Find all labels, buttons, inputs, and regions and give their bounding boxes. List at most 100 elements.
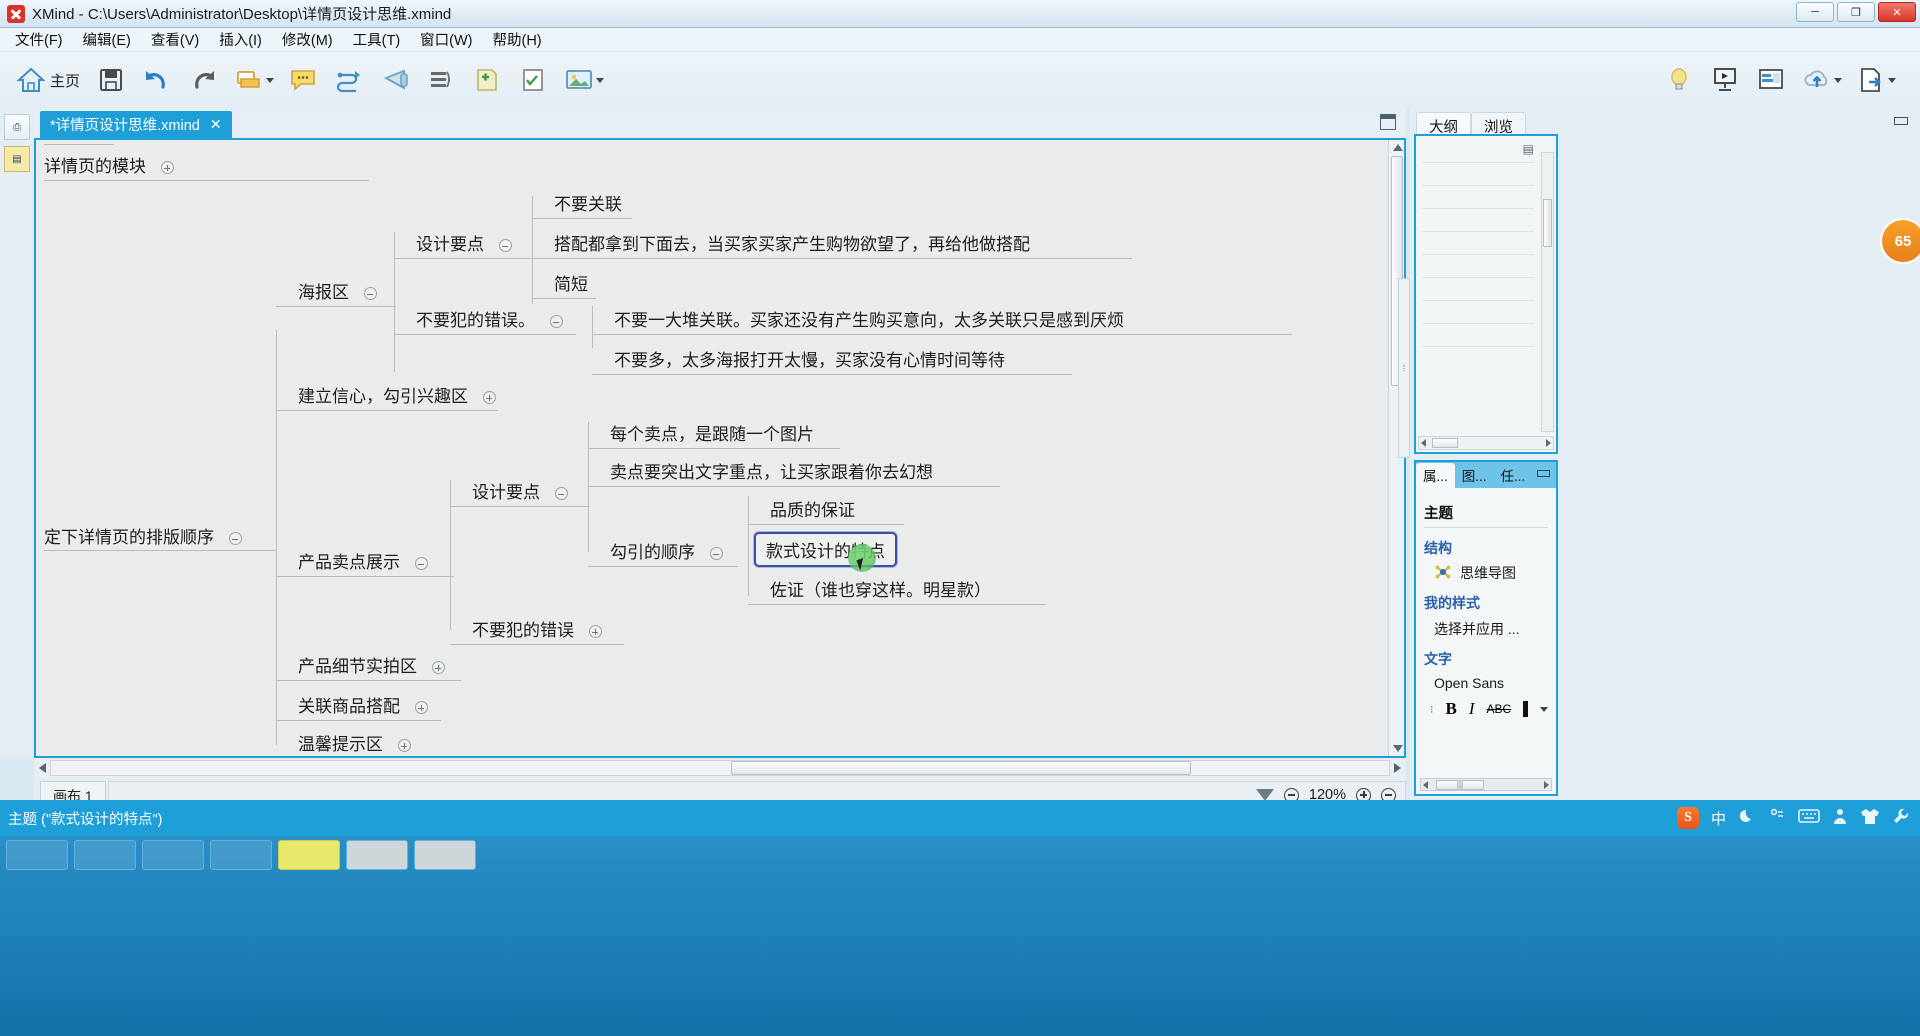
home-label[interactable]: 主页 — [50, 70, 80, 91]
temperature-icon[interactable] — [1768, 807, 1786, 830]
mindmap-node-related-goods[interactable]: 关联商品搭配 — [298, 692, 428, 717]
font-size-stepper-icon[interactable]: ⁝ — [1430, 703, 1434, 716]
panel-splitter-handle[interactable]: ⁞ — [1398, 278, 1410, 458]
marker-icon[interactable] — [464, 58, 510, 102]
structure-row[interactable]: 思维导图 — [1434, 563, 1548, 583]
mindmap-leaf-dp2-0[interactable]: 每个卖点，是跟随一个图片 — [610, 420, 814, 445]
expand-icon-detail[interactable] — [431, 661, 445, 675]
mindmap-leaf-m1-1[interactable]: 不要多，太多海报打开太慢，买家没有心情时间等待 — [614, 346, 1005, 371]
maximize-button[interactable]: ❐ — [1837, 2, 1875, 22]
sogou-ime-icon[interactable]: S — [1676, 807, 1699, 829]
mindmap-node-poster-area[interactable]: 海报区 — [298, 278, 377, 303]
outline-list-icon[interactable]: ▤ — [1523, 142, 1534, 156]
boundary-icon[interactable] — [372, 58, 418, 102]
collapse-icon-central[interactable] — [228, 532, 242, 546]
shirt-icon[interactable] — [1860, 807, 1880, 830]
minimize-button[interactable]: ─ — [1796, 2, 1834, 22]
text-color-swatch[interactable] — [1523, 701, 1528, 717]
expand-icon-root[interactable] — [160, 161, 174, 175]
menu-tools[interactable]: 工具(T) — [344, 27, 410, 52]
note-icon[interactable] — [280, 58, 326, 102]
tab-icons[interactable]: 图... — [1455, 463, 1494, 488]
strikethrough-button[interactable]: ABC — [1487, 702, 1512, 716]
scroll-up-arrow-icon[interactable] — [1393, 144, 1403, 151]
export-caret-down-icon[interactable] — [1888, 77, 1896, 83]
menu-edit[interactable]: 编辑(E) — [74, 27, 140, 52]
apply-style-button[interactable]: 选择并应用 ... — [1434, 619, 1548, 639]
collapse-icon-hook[interactable] — [709, 547, 723, 561]
menu-window[interactable]: 窗口(W) — [411, 27, 481, 52]
image-caret-down-icon[interactable] — [596, 77, 605, 83]
close-button[interactable]: ✕ — [1878, 2, 1916, 22]
taskbar-item-4[interactable] — [278, 840, 340, 870]
bold-button[interactable]: B — [1446, 699, 1457, 719]
mindmap-leaf-dp1-1[interactable]: 搭配都拿到下面去，当买家买家产生购物欲望了，再给他做搭配 — [554, 230, 1030, 255]
keyboard-icon[interactable] — [1798, 808, 1820, 829]
italic-button[interactable]: I — [1469, 699, 1475, 719]
menu-insert[interactable]: 插入(I) — [210, 27, 271, 52]
mindmap-leaf-dp1-0[interactable]: 不要关联 — [554, 190, 622, 215]
redo-icon[interactable] — [180, 58, 226, 102]
mindmap-leaf-m1-0[interactable]: 不要一大堆关联。买家还没有产生购买意向，太多关联只是感到厌烦 — [614, 306, 1124, 331]
save-icon[interactable] — [88, 58, 134, 102]
mindmap-central-topic[interactable]: 定下详情页的排版顺序 — [44, 523, 242, 548]
menu-view[interactable]: 查看(V) — [142, 27, 208, 52]
menu-file[interactable]: 文件(F) — [6, 27, 72, 52]
taskbar-item-5[interactable] — [346, 840, 408, 870]
presentation-icon[interactable] — [1702, 58, 1748, 102]
collapse-icon-poster[interactable] — [363, 287, 377, 301]
outline-scroll-left-icon[interactable] — [1421, 439, 1426, 447]
document-tab-close-icon[interactable]: ✕ — [210, 116, 222, 133]
mindmap-selected-node[interactable]: 款式设计的特点 — [754, 532, 897, 567]
scroll-left-arrow-icon[interactable] — [39, 763, 46, 773]
mindmap-leaf-hook-0[interactable]: 品质的保证 — [770, 496, 855, 521]
person-icon[interactable] — [1832, 807, 1848, 830]
mindmap-node-mistakes-2[interactable]: 不要犯的错误 — [472, 616, 602, 641]
collapse-icon-selling-points[interactable] — [414, 557, 428, 571]
checklist-icon[interactable] — [510, 58, 556, 102]
mindmap-leaf-dp1-2[interactable]: 简短 — [554, 270, 588, 295]
cloud-caret-down-icon[interactable] — [1834, 77, 1842, 83]
mindmap-node-design-points-1[interactable]: 设计要点 — [416, 230, 512, 255]
relationship-icon[interactable] — [326, 58, 372, 102]
canvas-hscroll-thumb[interactable] — [731, 761, 1191, 775]
properties-hscroll-thumb[interactable]: ||| — [1436, 779, 1484, 790]
properties-minimize-icon[interactable] — [1537, 470, 1550, 477]
clip-icon[interactable]: ⎙ — [4, 114, 30, 140]
menu-help[interactable]: 帮助(H) — [484, 27, 551, 52]
scroll-right-arrow-icon[interactable] — [1394, 763, 1401, 773]
taskbar-start-button[interactable] — [6, 840, 68, 870]
mindmap-leaf-hook-2[interactable]: 佐证（谁也穿这样。明星款） — [770, 576, 991, 601]
mindmap-node-selling-points[interactable]: 产品卖点展示 — [298, 548, 428, 573]
document-tab[interactable]: *详情页设计思维.xmind ✕ — [40, 111, 232, 138]
collapse-icon-m1[interactable] — [549, 315, 563, 329]
lightbulb-icon[interactable] — [1656, 58, 1702, 102]
mindmap-node-mistakes-1[interactable]: 不要犯的错误。 — [416, 306, 563, 331]
mindmap-canvas[interactable]: 详情页的模块 定下详情页的排版顺序 海报区 设计要点 不要关联 搭配都拿到下面去… — [34, 138, 1406, 758]
outline-scroll-right-icon[interactable] — [1546, 439, 1551, 447]
summary-icon[interactable] — [418, 58, 464, 102]
taskbar-item-3[interactable] — [210, 840, 272, 870]
collapse-icon-dp2[interactable] — [554, 487, 568, 501]
properties-scroll-left-icon[interactable] — [1423, 780, 1428, 789]
properties-horizontal-scrollbar[interactable]: ||| — [1420, 778, 1552, 791]
mindmap-node-design-points-2[interactable]: 设计要点 — [472, 478, 568, 503]
text-color-caret-down-icon[interactable] — [1540, 706, 1548, 712]
outline-view-box[interactable]: ▤ — [1414, 134, 1558, 454]
restore-panel-icon[interactable] — [1380, 114, 1396, 130]
menu-modify[interactable]: 修改(M) — [273, 27, 342, 52]
taskbar-item-1[interactable] — [74, 840, 136, 870]
outline-vscroll-thumb[interactable] — [1543, 199, 1552, 247]
expand-icon-confidence[interactable] — [482, 391, 496, 405]
properties-scroll-right-icon[interactable] — [1544, 780, 1549, 789]
canvas-horizontal-scrollbar[interactable] — [34, 758, 1406, 778]
mindmap-node-confidence-area[interactable]: 建立信心，勾引兴趣区 — [298, 382, 496, 407]
mindmap-node-hook-order[interactable]: 勾引的顺序 — [610, 538, 723, 563]
taskbar-item-6[interactable] — [414, 840, 476, 870]
undo-icon[interactable] — [134, 58, 180, 102]
moon-icon[interactable] — [1738, 807, 1756, 830]
expand-icon-m2[interactable] — [588, 625, 602, 639]
taskbar-item-2[interactable] — [142, 840, 204, 870]
font-family-select[interactable]: Open Sans — [1434, 675, 1548, 691]
outline-vertical-scrollbar[interactable] — [1541, 152, 1554, 432]
